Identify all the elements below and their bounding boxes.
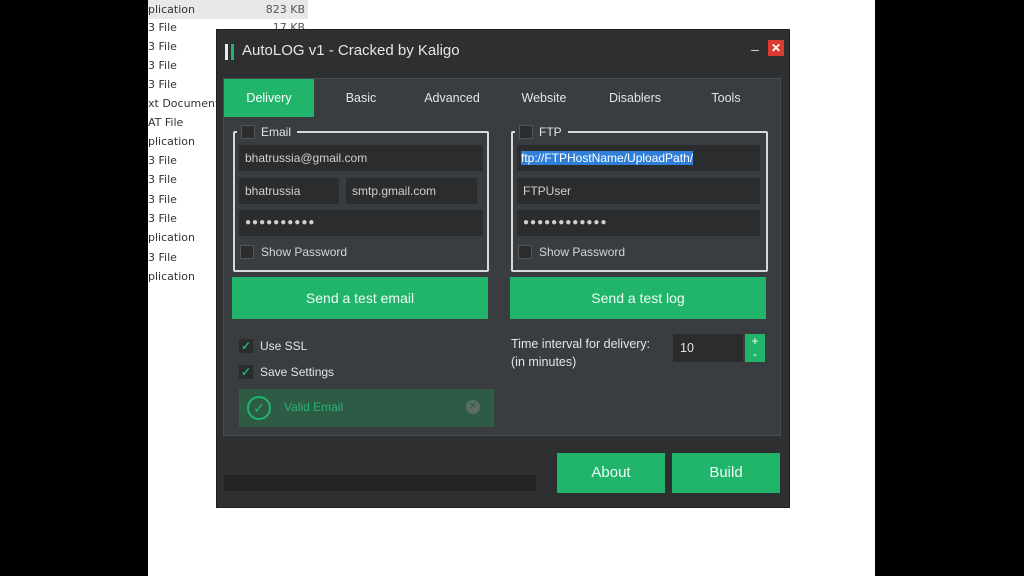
- use-ssl-checkbox[interactable]: ✓: [239, 339, 253, 353]
- file-row[interactable]: plication: [148, 132, 195, 151]
- use-ssl-label: Use SSL: [260, 339, 308, 353]
- ftp-user-field[interactable]: FTPUser: [517, 178, 760, 204]
- interval-label: Time interval for delivery: (in minutes): [511, 335, 650, 371]
- file-row[interactable]: 3 File: [148, 190, 177, 209]
- app-logo-icon: [225, 44, 234, 60]
- file-row[interactable]: plication: [148, 228, 195, 247]
- window-title: AutoLOG v1 - Cracked by Kaligo: [242, 42, 460, 59]
- file-row[interactable]: plication 823 KB: [148, 0, 308, 19]
- dismiss-icon[interactable]: ✕: [466, 400, 480, 414]
- interval-input[interactable]: 10: [673, 334, 743, 362]
- ftp-show-password-label: Show Password: [539, 245, 626, 259]
- send-test-log-button[interactable]: Send a test log: [510, 277, 766, 319]
- email-show-password-checkbox[interactable]: [240, 245, 254, 259]
- interval-label-line1: Time interval for delivery:: [511, 337, 651, 351]
- email-group: Email bhatrussia@gmail.com bhatrussia sm…: [233, 124, 489, 272]
- about-button[interactable]: About: [557, 453, 665, 493]
- email-show-password-label: Show Password: [261, 245, 348, 259]
- save-settings-label: Save Settings: [260, 365, 335, 379]
- tab-tools[interactable]: Tools: [681, 79, 771, 117]
- file-row[interactable]: 3 File: [148, 248, 177, 267]
- save-settings-checkbox[interactable]: ✓: [239, 365, 253, 379]
- valid-email-notice: ✓ Valid Email ✕: [239, 389, 494, 427]
- file-row[interactable]: AT File: [148, 113, 183, 132]
- file-row[interactable]: 3 File: [148, 37, 177, 56]
- email-legend: Email: [237, 124, 298, 140]
- email-password-field[interactable]: ●●●●●●●●●●: [239, 210, 483, 236]
- valid-email-label: Valid Email: [284, 400, 344, 414]
- build-button[interactable]: Build: [672, 453, 780, 493]
- save-settings-option[interactable]: ✓ Save Settings: [239, 365, 334, 379]
- tab-basic[interactable]: Basic: [316, 79, 406, 117]
- tab-bar: Delivery Basic Advanced Website Disabler…: [224, 79, 780, 117]
- tab-advanced[interactable]: Advanced: [407, 79, 497, 117]
- delivery-panel: Delivery Basic Advanced Website Disabler…: [223, 78, 781, 436]
- ftp-legend: FTP: [515, 124, 568, 140]
- tab-disablers[interactable]: Disablers: [590, 79, 680, 117]
- ftp-group: FTP ftp://FTPHostName/UploadPath/ FTPUse…: [511, 124, 768, 272]
- send-test-email-button[interactable]: Send a test email: [232, 277, 488, 319]
- file-row[interactable]: 3 File: [148, 151, 177, 170]
- file-row[interactable]: plication: [148, 267, 195, 286]
- interval-label-line2: (in minutes): [511, 355, 577, 369]
- smtp-server-field[interactable]: smtp.gmail.com: [346, 178, 477, 204]
- ftp-password-field[interactable]: ●●●●●●●●●●●●: [517, 210, 760, 236]
- file-row[interactable]: 3 File 17 KB: [148, 18, 305, 37]
- file-row[interactable]: xt Document: [148, 94, 219, 113]
- ftp-enable-checkbox[interactable]: [519, 125, 533, 139]
- tab-website[interactable]: Website: [499, 79, 589, 117]
- ftp-show-password[interactable]: Show Password: [518, 245, 625, 259]
- ftp-host-field[interactable]: ftp://FTPHostName/UploadPath/: [517, 145, 760, 171]
- use-ssl-option[interactable]: ✓ Use SSL: [239, 339, 307, 353]
- file-row[interactable]: 3 File: [148, 209, 177, 228]
- tab-delivery[interactable]: Delivery: [224, 79, 314, 117]
- file-row[interactable]: 3 File: [148, 75, 177, 94]
- close-button[interactable]: ✕: [768, 40, 784, 56]
- ftp-show-password-checkbox[interactable]: [518, 245, 532, 259]
- interval-increment-button[interactable]: +: [745, 334, 765, 348]
- title-bar[interactable]: AutoLOG v1 - Cracked by Kaligo – ✕: [217, 30, 789, 74]
- ftp-host-selection: ftp://FTPHostName/UploadPath/: [521, 151, 694, 165]
- file-row[interactable]: 3 File: [148, 56, 177, 75]
- check-circle-icon: ✓: [247, 396, 271, 420]
- ftp-legend-label: FTP: [539, 125, 562, 139]
- build-progress-bar: [224, 475, 536, 491]
- minimize-button[interactable]: –: [748, 39, 762, 59]
- email-address-field[interactable]: bhatrussia@gmail.com: [239, 145, 483, 171]
- interval-decrement-button[interactable]: -: [745, 348, 765, 362]
- autolog-window: AutoLOG v1 - Cracked by Kaligo – ✕ Deliv…: [216, 29, 790, 508]
- email-enable-checkbox[interactable]: [241, 125, 255, 139]
- email-legend-label: Email: [261, 125, 292, 139]
- email-username-field[interactable]: bhatrussia: [239, 178, 339, 204]
- email-show-password[interactable]: Show Password: [240, 245, 347, 259]
- file-row[interactable]: 3 File: [148, 170, 177, 189]
